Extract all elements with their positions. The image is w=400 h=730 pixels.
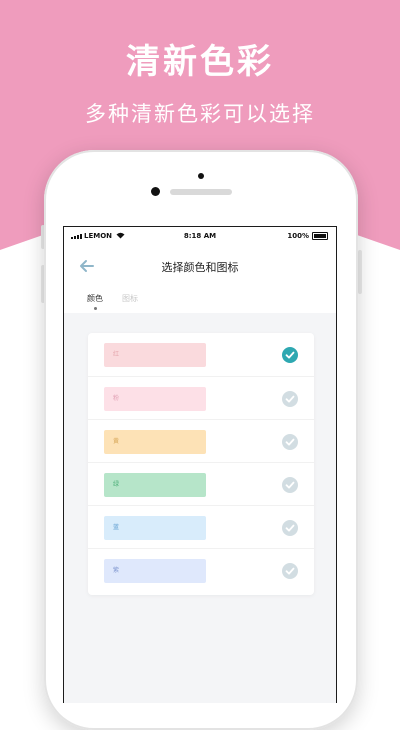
phone-camera-icon xyxy=(151,187,160,196)
color-option-row[interactable]: 红 xyxy=(88,333,314,376)
phone-speaker xyxy=(170,189,232,195)
phone-power-button xyxy=(358,250,362,294)
color-swatch: 绿 xyxy=(104,473,206,497)
check-unselected-icon[interactable] xyxy=(282,477,298,493)
battery-percent: 100% xyxy=(287,232,309,240)
check-unselected-icon[interactable] xyxy=(282,520,298,536)
status-battery: 100% xyxy=(287,232,328,240)
color-swatch: 紫 xyxy=(104,559,206,583)
color-list: 红粉黄绿蓝紫 xyxy=(88,333,314,595)
nav-bar: 选择颜色和图标 xyxy=(64,245,336,289)
color-swatch: 红 xyxy=(104,343,206,367)
active-tab-indicator xyxy=(94,307,97,310)
check-unselected-icon[interactable] xyxy=(282,391,298,407)
tab-color[interactable]: 颜色 xyxy=(87,293,103,304)
page-title: 选择颜色和图标 xyxy=(161,261,239,274)
color-option-row[interactable]: 粉 xyxy=(88,376,314,420)
check-unselected-icon[interactable] xyxy=(282,434,298,450)
phone-sensor xyxy=(198,173,204,179)
color-option-row[interactable]: 蓝 xyxy=(88,505,314,549)
phone-screen: LEMON 8:18 AM 100% 选择颜色和图标 颜色 图标 红粉黄绿蓝紫 xyxy=(63,226,337,703)
battery-icon xyxy=(312,232,328,240)
color-option-row[interactable]: 黄 xyxy=(88,419,314,463)
tab-bar: 颜色 图标 xyxy=(64,289,336,313)
color-swatch: 黄 xyxy=(104,430,206,454)
color-swatch: 蓝 xyxy=(104,516,206,540)
color-option-row[interactable]: 绿 xyxy=(88,462,314,506)
check-selected-icon[interactable] xyxy=(282,347,298,363)
color-option-row[interactable]: 紫 xyxy=(88,548,314,592)
tab-icon[interactable]: 图标 xyxy=(122,293,138,304)
promo-subtitle: 多种清新色彩可以选择 xyxy=(85,102,315,126)
promo-title: 清新色彩 xyxy=(126,42,274,82)
check-unselected-icon[interactable] xyxy=(282,563,298,579)
color-swatch: 粉 xyxy=(104,387,206,411)
status-bar: LEMON 8:18 AM 100% xyxy=(64,227,336,245)
